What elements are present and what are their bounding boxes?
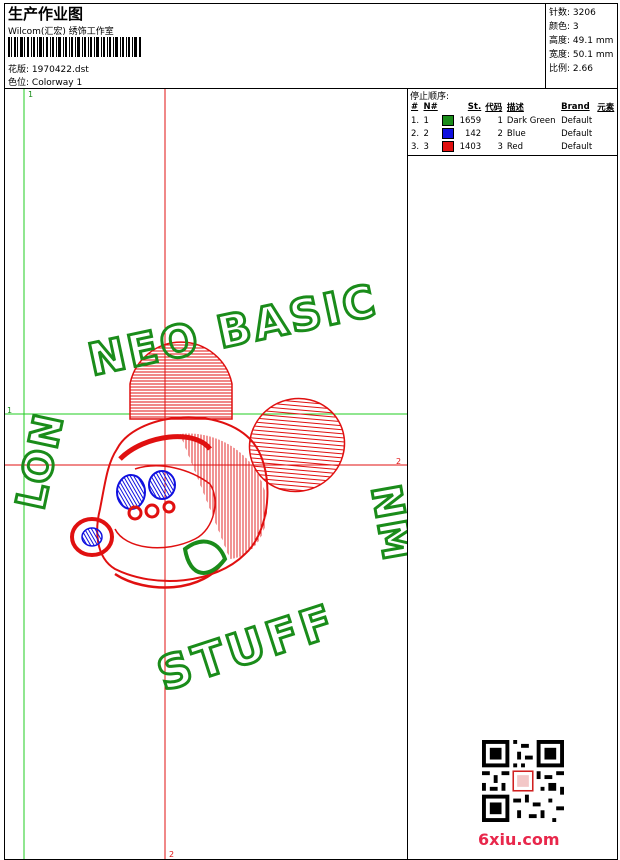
- colorway-value: Colorway 1: [31, 78, 83, 88]
- red-v-label: 2: [169, 850, 174, 859]
- col-element: 元素: [597, 103, 615, 113]
- embroidery-text-bottom: STUFF: [151, 593, 343, 701]
- mouse-head: [70, 416, 269, 589]
- table-header-row: # N# St. 代码 描述 Brand 元素: [409, 100, 617, 114]
- stat-scale: 比例: 2.66: [549, 64, 593, 74]
- mouse-left-eye: [116, 474, 146, 510]
- table-divider: [407, 155, 618, 156]
- color-swatch: [442, 115, 455, 126]
- design-value: 1970422.dst: [31, 65, 89, 75]
- col-stitches: St.: [467, 102, 482, 112]
- red-h-label: 2: [396, 457, 401, 466]
- col-code: 代码: [485, 103, 503, 113]
- green-v-label: 1: [28, 90, 33, 99]
- colorway-row: 色位: Colorway 1: [8, 75, 82, 88]
- mouse-right-eye: [148, 470, 176, 500]
- barcode-icon: [8, 37, 141, 57]
- table-row: 3. 3 1403 3 Red Default: [411, 141, 593, 152]
- col-swatch: [440, 100, 456, 114]
- color-swatch: [442, 141, 455, 152]
- col-desc: 描述: [506, 103, 524, 113]
- embroidery-text-left: LON: [8, 408, 73, 513]
- stats-divider: [545, 3, 546, 89]
- col-hash: #: [411, 102, 419, 112]
- table-row: 2. 2 142 2 Blue Default: [411, 128, 593, 139]
- green-h-label: 1: [7, 406, 12, 415]
- col-brand: Brand: [561, 102, 590, 112]
- watermark: 6xiu.com: [478, 830, 560, 849]
- stat-width: 宽度: 50.1 mm: [549, 50, 614, 60]
- embroidery-text-right: NM: [362, 481, 407, 565]
- page-title: 生产作业图: [8, 5, 84, 23]
- design-name-row: 花版: 1970422.dst: [8, 62, 89, 75]
- company-name: Wilcom(汇宏) 绣饰工作室: [8, 27, 114, 37]
- col-n: N#: [423, 102, 438, 112]
- color-swatch: [442, 128, 455, 139]
- qr-code-icon: [482, 740, 564, 822]
- panel-divider: [407, 88, 408, 860]
- embroidery-text-top: NEO BASIC: [84, 275, 383, 386]
- design-label: 花版:: [8, 65, 30, 75]
- stat-colors: 颜色: 3: [549, 22, 579, 32]
- colorway-label: 色位:: [8, 78, 30, 88]
- stop-sequence-table: # N# St. 代码 描述 Brand 元素 1. 1 1659 1 Dark…: [409, 100, 617, 153]
- stat-stitches: 针数: 3206: [549, 8, 596, 18]
- design-canvas: 1 1 2 2 NEO BASIC LON NM STUFF: [5, 89, 407, 859]
- table-row: 1. 1 1659 1 Dark Green Default: [411, 115, 593, 126]
- stat-height: 高度: 49.1 mm: [549, 36, 614, 46]
